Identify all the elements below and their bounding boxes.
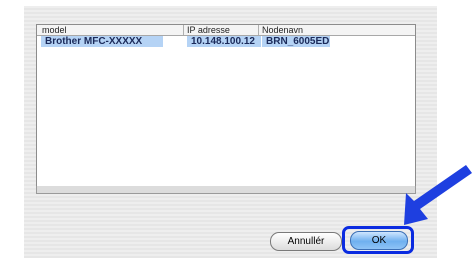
arrow-pointer-icon bbox=[404, 165, 472, 225]
column-header-ip[interactable]: IP adresse bbox=[183, 25, 257, 35]
row-model: Brother MFC-XXXXX bbox=[41, 36, 163, 47]
ok-button[interactable]: OK bbox=[350, 231, 408, 250]
table-row[interactable]: Brother MFC-XXXXX 10.148.100.12 BRN_6005… bbox=[37, 36, 415, 47]
row-nodename: BRN_6005ED bbox=[262, 36, 330, 47]
list-header: model IP adresse Nodenavn bbox=[37, 25, 415, 36]
printer-list[interactable]: model IP adresse Nodenavn Brother MFC-XX… bbox=[36, 24, 416, 188]
column-header-nodename[interactable]: Nodenavn bbox=[258, 25, 417, 35]
column-header-model[interactable]: model bbox=[39, 25, 182, 35]
row-ip: 10.148.100.12 bbox=[187, 36, 261, 47]
horizontal-scrollbar[interactable] bbox=[36, 186, 416, 194]
cancel-button[interactable]: Annullér bbox=[270, 232, 342, 251]
